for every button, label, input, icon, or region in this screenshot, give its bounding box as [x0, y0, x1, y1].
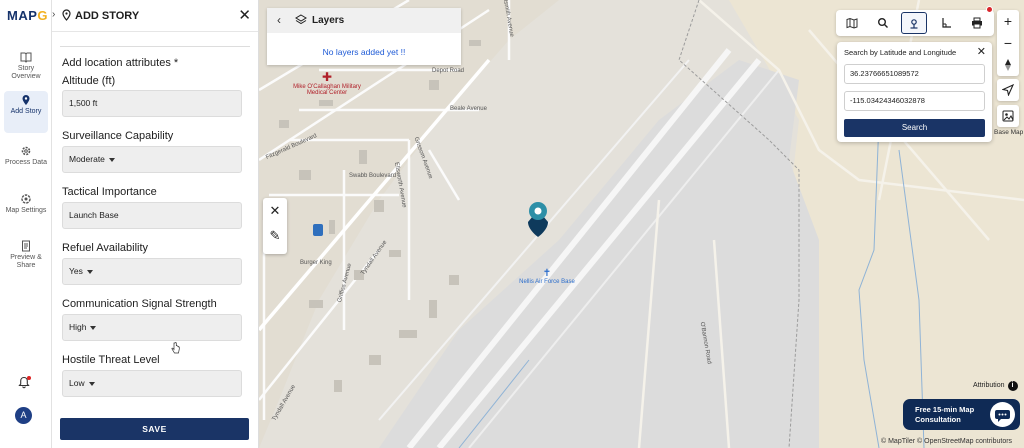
- chevron-left-icon[interactable]: ‹: [277, 13, 281, 27]
- street-label: Beale Avenue: [450, 106, 487, 112]
- app-logo[interactable]: MAPG: [7, 8, 48, 23]
- close-icon[interactable]: ✕: [238, 6, 251, 24]
- measure-button[interactable]: [933, 12, 959, 34]
- map-credit: © MapTiler © OpenStreetMap contributors: [881, 438, 1013, 445]
- rail-label: Map Settings: [5, 207, 47, 214]
- threat-label: Hostile Threat Level: [62, 354, 160, 366]
- refuel-label: Refuel Availability: [62, 242, 149, 254]
- notification-dot: [986, 6, 993, 13]
- settings-icon: [21, 194, 31, 204]
- place-label: Burger King: [300, 260, 332, 266]
- lat-long-button[interactable]: [901, 12, 927, 34]
- map-toolbar: [836, 10, 994, 36]
- rail-item-process-data[interactable]: Process Data: [4, 142, 48, 184]
- chevron-right-icon[interactable]: ›: [52, 9, 55, 20]
- chat-icon[interactable]: [990, 402, 1015, 427]
- tactical-input[interactable]: Launch Base: [62, 202, 242, 229]
- map-view-button[interactable]: [839, 12, 865, 34]
- street-label: Depot Road: [432, 68, 465, 74]
- zoom-controls: + −: [997, 10, 1019, 76]
- map-icon: [846, 17, 858, 29]
- attribution[interactable]: Attribution i: [973, 381, 1018, 391]
- edit-tools: ✕ ✎: [263, 198, 287, 254]
- rail-label: Preview & Share: [10, 254, 42, 269]
- caret-down-icon: [88, 381, 95, 386]
- location-pin-icon: [22, 95, 30, 105]
- consultation-text: Free 15-min Map Consultation: [915, 405, 975, 424]
- info-icon[interactable]: i: [1007, 381, 1018, 391]
- chat-bubble-icon: [995, 410, 1010, 422]
- rail-label: Process Data: [4, 159, 48, 166]
- surveillance-select[interactable]: Moderate: [62, 146, 242, 173]
- document-icon: [22, 240, 30, 252]
- rail-label: Add Story: [10, 108, 42, 115]
- save-button[interactable]: SAVE: [60, 418, 249, 440]
- longitude-input[interactable]: -115.03424346032878: [844, 91, 985, 111]
- layers-empty-message: No layers added yet !!: [322, 47, 406, 57]
- search-title: Search by Latitude and Longitude: [844, 48, 957, 57]
- avatar[interactable]: A: [15, 407, 32, 424]
- rail-item-add-story[interactable]: Add Story: [4, 91, 48, 133]
- divider: [60, 46, 250, 47]
- threat-select[interactable]: Low: [62, 370, 242, 397]
- print-icon: [972, 17, 982, 29]
- rail-item-story-overview[interactable]: Story Overview: [4, 48, 48, 90]
- surveillance-label: Surveillance Capability: [62, 130, 174, 142]
- search-button[interactable]: [870, 12, 896, 34]
- pencil-icon[interactable]: ✎: [263, 228, 287, 244]
- map-marker-icon[interactable]: [527, 200, 549, 238]
- lat-long-search-popup: Search by Latitude and Longitude ✕ 36.23…: [837, 42, 992, 142]
- mouse-cursor-icon: [171, 342, 180, 354]
- base-label: ✝ Nellis Air Force Base: [519, 268, 575, 285]
- base-map-button[interactable]: [997, 105, 1019, 127]
- search-submit-button[interactable]: Search: [844, 119, 985, 137]
- print-button[interactable]: [964, 12, 990, 34]
- add-story-panel: › ADD STORY ✕ Add location attributes * …: [52, 0, 259, 448]
- latitude-input[interactable]: 36.23766651089572: [844, 64, 985, 84]
- consultation-banner[interactable]: Free 15-min Map Consultation: [903, 399, 1020, 430]
- navigation-arrow-icon: [1001, 83, 1015, 97]
- compass-button[interactable]: [997, 54, 1019, 76]
- caret-down-icon: [90, 325, 97, 330]
- close-icon[interactable]: ✕: [263, 203, 287, 219]
- gear-icon: [21, 146, 31, 156]
- panel-header: › ADD STORY ✕: [52, 0, 258, 32]
- geolocate-button[interactable]: [997, 79, 1019, 101]
- panel-title: ADD STORY: [75, 10, 140, 22]
- hospital-label: ✚ Mike O'Callaghan Military Medical Cent…: [293, 70, 361, 96]
- location-pin-icon: [62, 9, 71, 21]
- fuel-station-icon: [313, 224, 323, 236]
- section-title: Add location attributes *: [62, 57, 179, 69]
- layers-icon: [295, 14, 307, 25]
- rail-label: Story Overview: [11, 65, 41, 80]
- nav-rail: MAPG Story Overview Add Story Process Da…: [0, 0, 52, 448]
- notification-dot: [27, 376, 31, 380]
- caret-down-icon: [108, 157, 115, 162]
- street-label: Swabb Boulevard: [349, 173, 397, 179]
- base-map-icon: [1002, 110, 1014, 122]
- signal-label: Communication Signal Strength: [62, 298, 217, 310]
- signal-select[interactable]: High: [62, 314, 242, 341]
- close-icon[interactable]: ✕: [977, 45, 986, 58]
- layers-title: Layers: [312, 15, 345, 26]
- altitude-label: Altitude (ft): [62, 75, 116, 87]
- book-icon: [20, 52, 32, 63]
- location-person-icon: [910, 19, 918, 29]
- base-map-label: Base Map: [994, 129, 1024, 136]
- rail-item-preview-share[interactable]: Preview & Share: [4, 237, 48, 279]
- search-icon: [878, 18, 888, 28]
- refuel-select[interactable]: Yes: [62, 258, 242, 285]
- compass-icon: [1005, 59, 1011, 71]
- tactical-label: Tactical Importance: [62, 186, 157, 198]
- measure-icon: [942, 18, 951, 28]
- layers-panel: ‹ Layers No layers added yet !!: [267, 8, 461, 65]
- zoom-in-button[interactable]: +: [997, 10, 1019, 32]
- caret-down-icon: [86, 269, 93, 274]
- altitude-input[interactable]: 1,500 ft: [62, 90, 242, 117]
- zoom-out-button[interactable]: −: [997, 32, 1019, 54]
- layers-header: ‹ Layers: [267, 8, 461, 33]
- rail-item-map-settings[interactable]: Map Settings: [4, 190, 48, 232]
